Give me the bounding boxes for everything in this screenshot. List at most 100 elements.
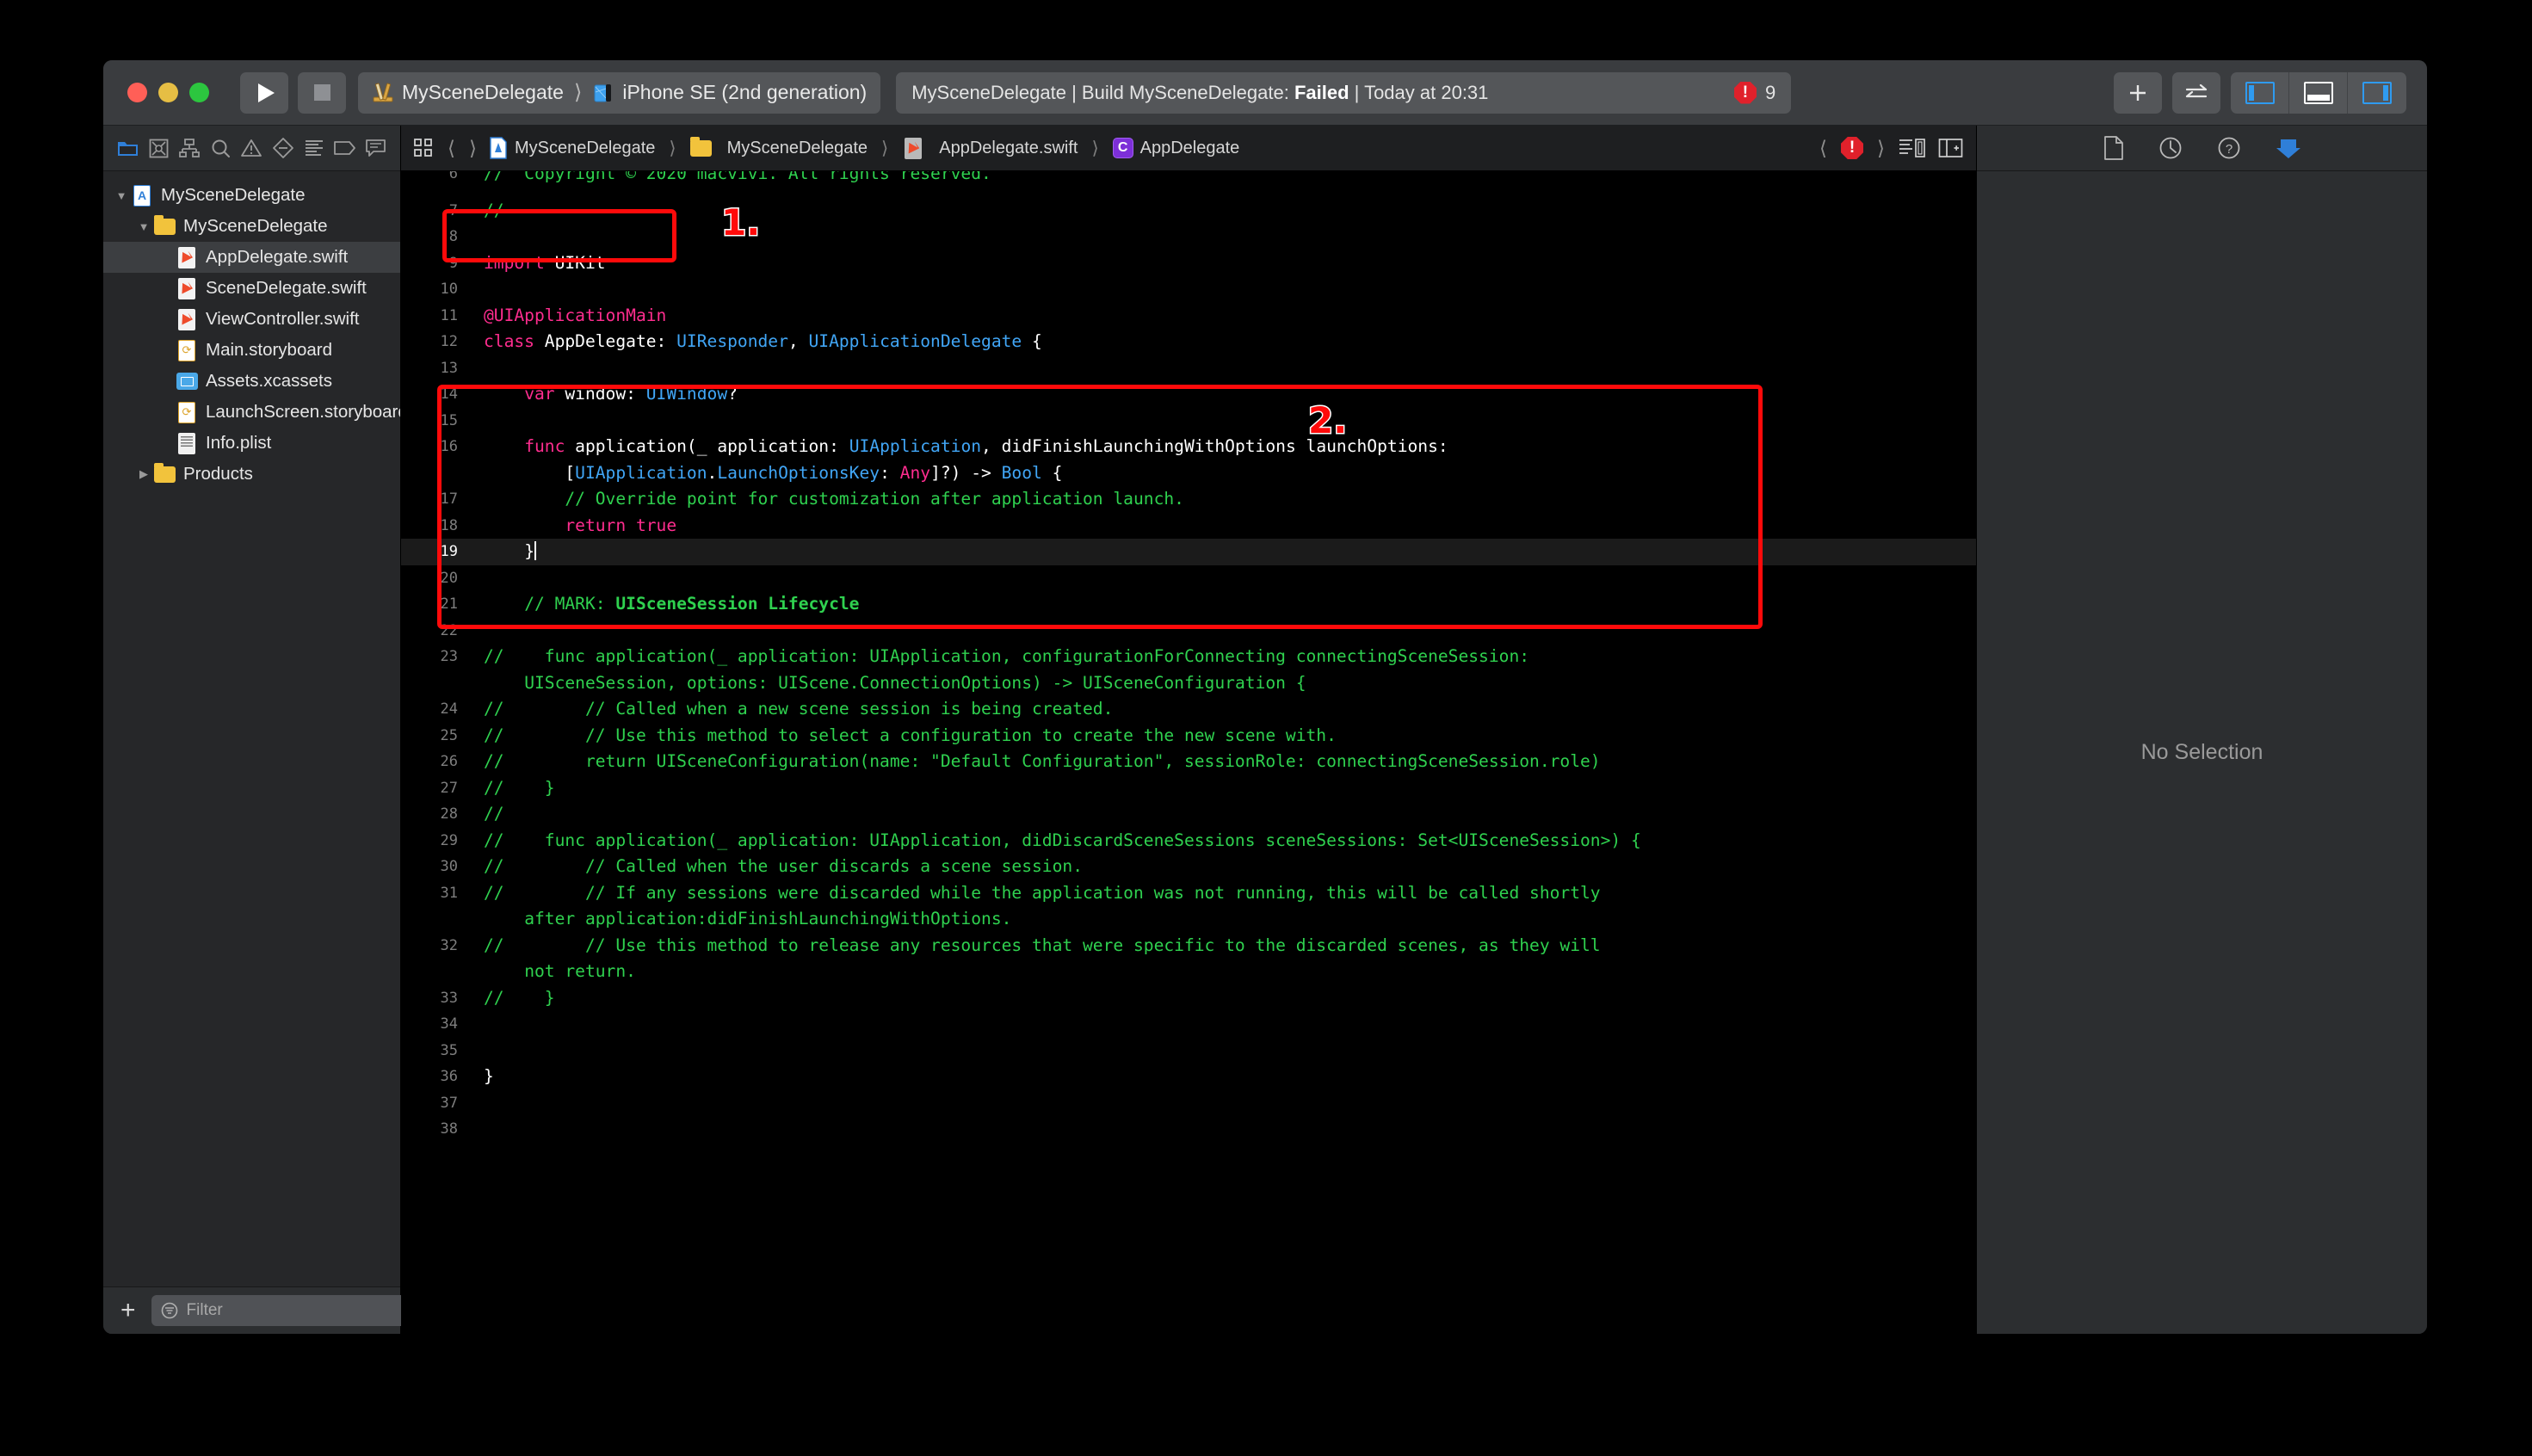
- build-error-summary[interactable]: ! 9: [1733, 81, 1775, 104]
- code-line[interactable]: 13: [401, 355, 1976, 382]
- tree-row[interactable]: SceneDelegate.swift: [103, 273, 400, 304]
- code-line[interactable]: 11 @UIApplicationMain: [401, 303, 1976, 330]
- line-source: [472, 355, 1976, 382]
- line-number: 13: [440, 359, 458, 377]
- add-button[interactable]: [2114, 71, 2162, 114]
- disclosure-open-icon[interactable]: ▼: [134, 220, 153, 233]
- code-line[interactable]: 10: [401, 276, 1976, 303]
- code-line[interactable]: 14 var window: UIWindow?: [401, 381, 1976, 408]
- next-issue-icon[interactable]: ⟩: [1875, 137, 1887, 160]
- debug-area-toggle-button[interactable]: [2289, 71, 2348, 114]
- tree-row[interactable]: Assets.xcassets: [103, 366, 400, 397]
- code-line[interactable]: 35: [401, 1038, 1976, 1064]
- line-source: //: [484, 200, 504, 220]
- code-line[interactable]: 24 // // Called when a new scene session …: [401, 696, 1976, 723]
- library-icon[interactable]: [2276, 136, 2301, 160]
- breadcrumb-item-folder[interactable]: MySceneDelegate: [690, 136, 868, 159]
- code-line[interactable]: 38: [401, 1116, 1976, 1143]
- breadcrumb-item-project[interactable]: MySceneDelegate: [489, 137, 655, 159]
- code-line[interactable]: 8: [401, 224, 1976, 250]
- code-line[interactable]: 33 // }: [401, 985, 1976, 1012]
- symbol-navigator-icon[interactable]: [176, 135, 202, 161]
- code-line[interactable]: 9 import UIKit: [401, 250, 1976, 277]
- code-line[interactable]: 16 func application(_ application: UIApp…: [401, 434, 1976, 486]
- back-chevron-icon[interactable]: ⟨: [446, 137, 457, 160]
- file-inspector-icon[interactable]: [2103, 136, 2124, 160]
- tree-row[interactable]: ▼ MySceneDelegate: [103, 180, 400, 211]
- navigator-toggle-button[interactable]: [2231, 71, 2289, 114]
- disclosure-closed-icon[interactable]: ▶: [134, 467, 153, 481]
- code-line[interactable]: 22: [401, 618, 1976, 645]
- code-line[interactable]: 28 //: [401, 801, 1976, 828]
- code-line[interactable]: 31 // // If any sessions were discarded w…: [401, 880, 1976, 933]
- line-source: [472, 1116, 1976, 1143]
- tree-row[interactable]: LaunchScreen.storyboard: [103, 397, 400, 428]
- line-source: // // Called when a new scene session is…: [484, 699, 1114, 719]
- code-line[interactable]: 26 // return UISceneConfiguration(name: "…: [401, 749, 1976, 775]
- disclosure-open-icon[interactable]: ▼: [112, 189, 131, 202]
- issue-navigator-icon[interactable]: [238, 135, 264, 161]
- tree-row[interactable]: AppDelegate.swift: [103, 242, 400, 273]
- minimize-window-button[interactable]: [158, 83, 178, 102]
- test-navigator-icon[interactable]: [270, 135, 296, 161]
- minimap-icon[interactable]: [1899, 138, 1926, 158]
- breadcrumb-item-symbol[interactable]: C AppDelegate: [1112, 138, 1239, 158]
- code-line[interactable]: 19 }: [401, 539, 1976, 565]
- tree-row[interactable]: Main.storyboard: [103, 335, 400, 366]
- add-file-button[interactable]: +: [115, 1298, 141, 1323]
- code-line[interactable]: 37: [401, 1090, 1976, 1117]
- code-line[interactable]: 29 // func application(_ application: UIA…: [401, 828, 1976, 854]
- run-button[interactable]: [240, 71, 288, 114]
- debug-navigator-icon[interactable]: [301, 135, 327, 161]
- previous-issue-icon[interactable]: ⟨: [1818, 137, 1829, 160]
- project-navigator-icon[interactable]: [114, 135, 140, 161]
- code-line[interactable]: 7 //: [401, 198, 1976, 225]
- code-line[interactable]: 25 // // Use this method to select a conf…: [401, 723, 1976, 750]
- tree-row[interactable]: ViewController.swift: [103, 304, 400, 335]
- line-number: 12: [440, 333, 458, 350]
- zoom-window-button[interactable]: [189, 83, 209, 102]
- code-line[interactable]: 21 // MARK: UISceneSession Lifecycle: [401, 591, 1976, 618]
- code-line[interactable]: 15: [401, 408, 1976, 435]
- tree-row[interactable]: ▶ Products: [103, 459, 400, 490]
- forward-chevron-icon[interactable]: ⟩: [467, 137, 479, 160]
- build-status-bar[interactable]: MySceneDelegate | Build MySceneDelegate:…: [896, 71, 1792, 114]
- scheme-selector[interactable]: MySceneDelegate ⟩ iPhone SE (2nd generat…: [358, 71, 881, 114]
- swift-file-icon: [176, 308, 198, 330]
- close-window-button[interactable]: [127, 83, 147, 102]
- project-file-tree[interactable]: ▼ MySceneDelegate ▼ MySceneDelegate AppDeleg…: [103, 171, 400, 1286]
- related-items-icon[interactable]: [413, 138, 435, 158]
- scheme-project-label: MySceneDelegate: [402, 81, 564, 103]
- inspector-toggle-button[interactable]: [2348, 72, 2406, 114]
- history-inspector-icon[interactable]: [2158, 136, 2183, 160]
- add-editor-icon[interactable]: [1938, 138, 1964, 158]
- folder-icon: [153, 462, 176, 485]
- code-line[interactable]: 32 // // Use this method to release any r…: [401, 933, 1976, 985]
- line-source: // // Use this method to release any res…: [484, 935, 1601, 982]
- breadcrumb-folder-label: MySceneDelegate: [726, 138, 868, 157]
- breadcrumb-item-file[interactable]: AppDelegate.swift: [902, 137, 1078, 159]
- breakpoint-navigator-icon[interactable]: [332, 135, 358, 161]
- tree-row[interactable]: Info.plist: [103, 428, 400, 459]
- code-line[interactable]: 36}: [401, 1064, 1976, 1090]
- code-line[interactable]: 34: [401, 1011, 1976, 1038]
- code-line[interactable]: 17 // Override point for customization a…: [401, 486, 1976, 513]
- line-source: [472, 276, 1976, 303]
- code-line[interactable]: 27 // }: [401, 775, 1976, 802]
- code-line[interactable]: 30 // // Called when the user discards a …: [401, 854, 1976, 880]
- code-line[interactable]: 23 // func application(_ application: UIA…: [401, 644, 1976, 696]
- code-line[interactable]: 18 return true: [401, 513, 1976, 540]
- code-line[interactable]: 6 // Copyright © 2020 macvivi. All rights…: [401, 171, 1976, 198]
- find-navigator-icon[interactable]: [207, 135, 233, 161]
- swap-editor-button[interactable]: [2172, 71, 2220, 114]
- filter-input[interactable]: [186, 1301, 398, 1320]
- source-code-editor[interactable]: 6 // Copyright © 2020 macvivi. All rights…: [401, 171, 1976, 1334]
- source-control-navigator-icon[interactable]: [145, 135, 171, 161]
- stop-button[interactable]: [298, 71, 346, 114]
- report-navigator-icon[interactable]: [363, 135, 389, 161]
- code-line[interactable]: 20: [401, 565, 1976, 592]
- code-line[interactable]: 12 class AppDelegate: UIResponder, UIAppl…: [401, 329, 1976, 355]
- quick-help-inspector-icon[interactable]: ?: [2217, 136, 2241, 160]
- issue-marker-icon[interactable]: !: [1841, 137, 1864, 159]
- tree-row[interactable]: ▼ MySceneDelegate: [103, 211, 400, 242]
